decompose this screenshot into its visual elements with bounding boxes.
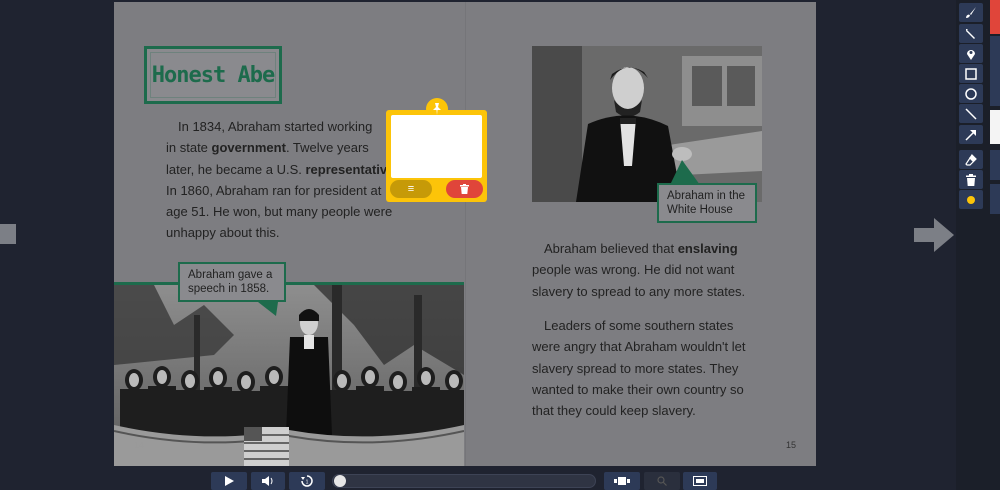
rectangle-icon (965, 67, 977, 80)
text-line: slavery spread to more states. They (532, 360, 739, 376)
caption-pointer (670, 160, 700, 185)
progress-knob[interactable] (334, 475, 346, 487)
sticky-note-textarea[interactable] (391, 115, 482, 178)
highlighter-tool[interactable] (959, 24, 983, 43)
annotation-toolbar (956, 0, 990, 490)
text-line: in state government. Twelve years (166, 140, 369, 156)
white-house-photo (532, 46, 762, 202)
clear-all-tool[interactable] (959, 170, 983, 189)
arrow-icon (965, 129, 976, 141)
sticky-note[interactable]: ≡ (386, 98, 487, 202)
text-line: slavery to spread to any more states. (532, 283, 746, 299)
panel-tab-red[interactable] (990, 0, 1000, 34)
arrow-right-icon (914, 218, 954, 252)
title-box: Honest Abe (144, 46, 282, 104)
speech-photo (114, 282, 464, 466)
color-dot (967, 195, 975, 204)
brush-icon (966, 6, 976, 18)
text-line: In 1860, Abraham ran for president at (166, 182, 382, 198)
volume-button[interactable] (251, 472, 285, 490)
keyword-government[interactable]: government (212, 140, 286, 155)
zoom-icon (657, 476, 667, 486)
right-paragraph-2: Leaders of some southern states were ang… (532, 315, 772, 421)
white-house-caption: Abraham in the White House (657, 183, 757, 223)
speech-caption: Abraham gave a speech in 1858. (178, 262, 286, 302)
fit-screen-icon (693, 476, 707, 486)
previous-page-arrow[interactable] (0, 224, 16, 244)
menu-icon: ≡ (407, 183, 415, 195)
panel-tab[interactable] (990, 36, 1000, 106)
color-picker-tool[interactable] (959, 190, 983, 209)
line-icon (965, 107, 977, 120)
eraser-tool[interactable] (959, 150, 983, 169)
text-line: age 51. He won, but many people were (166, 204, 393, 220)
svg-text:1: 1 (306, 480, 309, 486)
page-gutter (465, 2, 466, 466)
pin-marker-tool[interactable] (959, 44, 983, 63)
text-line: wanted to make their own country so (532, 381, 744, 397)
line-tool[interactable] (959, 104, 983, 123)
keyword-enslaving[interactable]: enslaving (678, 241, 738, 256)
text-line: later, he became a U.S. representative. (166, 161, 398, 177)
circle-tool[interactable] (959, 84, 983, 103)
highlighter-icon (966, 28, 975, 39)
panel-tab[interactable] (990, 110, 1000, 144)
next-page-arrow[interactable] (912, 216, 956, 254)
left-paragraph: In 1834, Abraham started working in stat… (166, 116, 398, 244)
side-panel-edge (990, 0, 1000, 490)
eraser-icon (965, 153, 977, 166)
text-line: that they could keep slavery. (532, 403, 696, 419)
page-number-right: 15 (786, 440, 797, 450)
trash-icon (966, 173, 976, 186)
zoom-button[interactable] (644, 472, 680, 490)
restart-icon: 1 (301, 475, 313, 487)
volume-icon (262, 476, 273, 486)
panel-tab[interactable] (990, 150, 1000, 180)
fit-screen-button[interactable] (683, 472, 717, 490)
right-paragraph-1: Abraham believed that enslaving people w… (532, 238, 772, 302)
playback-progress-slider[interactable] (332, 474, 596, 488)
play-button[interactable] (211, 472, 247, 490)
text-line: Abraham believed that enslaving (544, 241, 738, 256)
book-spread: Honest Abe In 1834, Abraham started work… (114, 2, 816, 466)
page-title: Honest Abe (151, 62, 275, 88)
caption-pointer (258, 302, 278, 316)
trash-icon (460, 184, 469, 194)
play-icon (225, 476, 234, 486)
text-line: Leaders of some southern states (544, 318, 734, 333)
arrow-tool[interactable] (959, 125, 983, 144)
text-line: people was wrong. He did not want (532, 262, 735, 278)
restart-button[interactable]: 1 (289, 472, 325, 490)
sticky-note-delete-button[interactable] (446, 180, 483, 198)
spread-view-button[interactable] (604, 472, 640, 490)
brush-tool[interactable] (959, 3, 983, 22)
text-line: were angry that Abraham wouldn't let (532, 339, 746, 355)
spread-view-icon (614, 477, 630, 485)
circle-icon (965, 87, 977, 100)
panel-tab[interactable] (990, 184, 1000, 214)
keyword-representative[interactable]: representative (305, 162, 394, 177)
text-line: In 1834, Abraham started working (178, 119, 373, 134)
rectangle-tool[interactable] (959, 64, 983, 83)
text-line: unhappy about this. (166, 225, 280, 241)
page-number-left: 14 (134, 440, 145, 450)
sticky-note-menu-button[interactable]: ≡ (390, 180, 432, 198)
map-pin-icon (967, 49, 975, 60)
